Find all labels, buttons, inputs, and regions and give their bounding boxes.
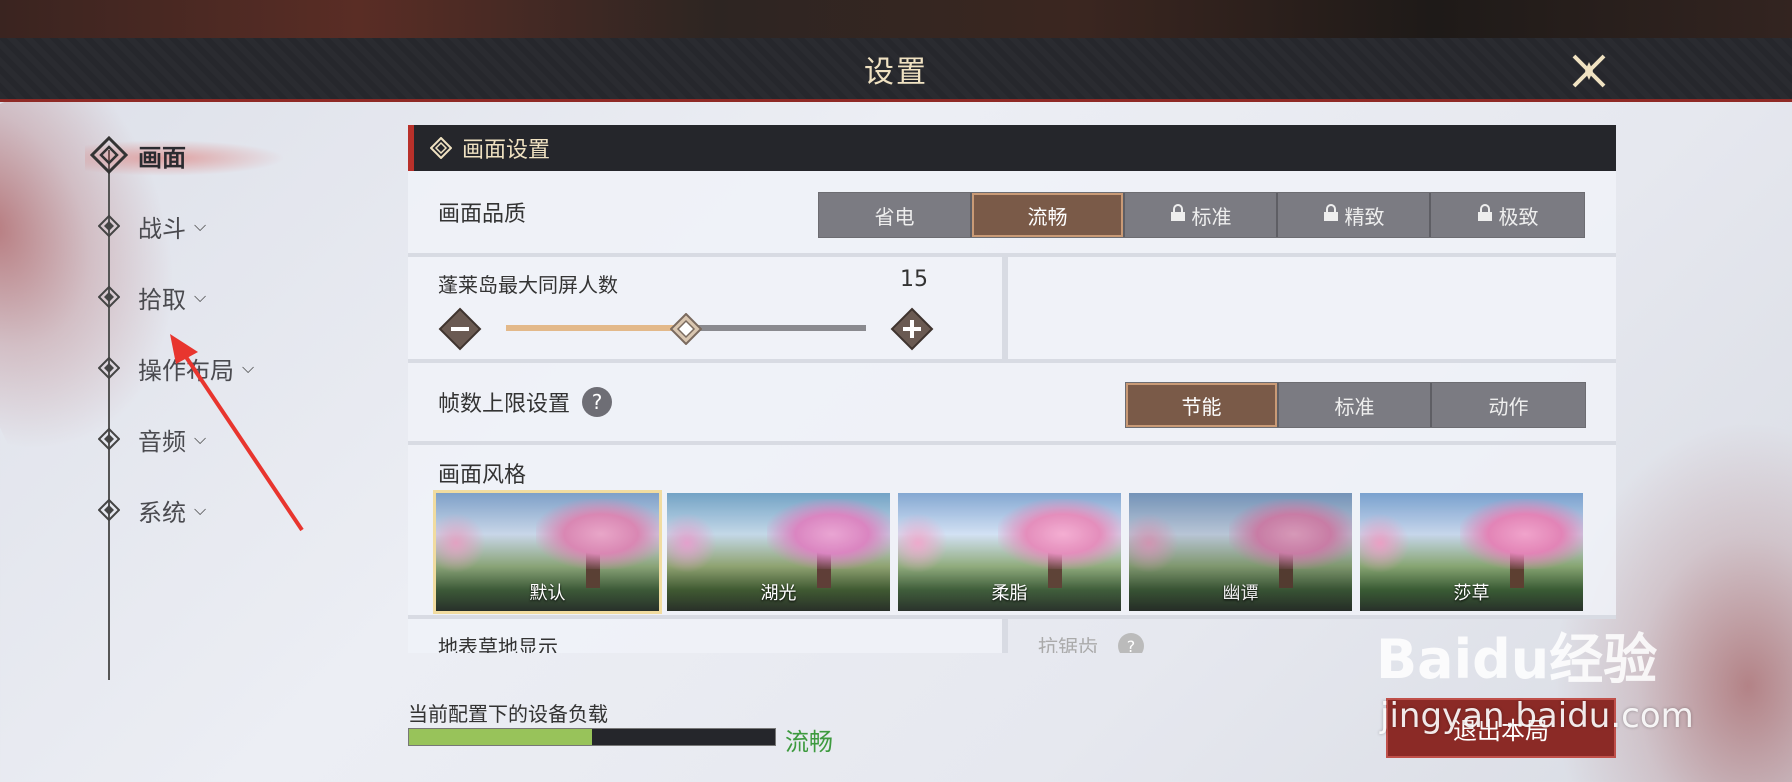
nav-item-graphics[interactable]: 画面 xyxy=(90,135,310,175)
settings-panel: 画面设置 画面品质 省电 流畅 标准 精致 极致 蓬莱岛最大同屏人数 15 帧数… xyxy=(408,125,1616,653)
lock-icon xyxy=(1170,203,1186,227)
style-row: 画面风格 默认 湖光 柔脂 幽谭 莎草 xyxy=(408,445,1616,619)
slider-thumb-icon xyxy=(669,312,703,346)
slider-fill xyxy=(506,325,686,331)
quality-option-smooth[interactable]: 流畅 xyxy=(972,193,1125,237)
background-art xyxy=(0,0,1792,38)
minus-icon xyxy=(438,307,482,351)
baidu-watermark-logo: Baidu经验 xyxy=(1376,628,1657,691)
scene-art xyxy=(1129,513,1179,573)
nav-item-label: 战斗 xyxy=(138,214,186,243)
plus-icon xyxy=(890,307,934,351)
chevron-down-icon: ⌵ xyxy=(194,216,207,235)
option-label: 节能 xyxy=(1181,394,1222,419)
scene-art xyxy=(767,499,890,569)
style-option-label: 幽谭 xyxy=(1222,583,1259,604)
style-option-deep-pool[interactable]: 幽谭 xyxy=(1129,493,1352,611)
style-option-lake[interactable]: 湖光 xyxy=(667,493,890,611)
quality-row: 画面品质 省电 流畅 标准 精致 极致 xyxy=(408,171,1616,257)
nav-item-pickup[interactable]: 拾取 ⌵ xyxy=(90,277,310,317)
device-load-bar xyxy=(408,728,776,746)
player-count-row: 蓬莱岛最大同屏人数 15 xyxy=(408,257,1616,363)
diamond-icon xyxy=(430,137,452,159)
watermark-text: jingyan.baidu.com xyxy=(1380,696,1694,736)
diamond-active-icon xyxy=(90,136,128,174)
scene-art xyxy=(667,513,717,573)
diamond-icon xyxy=(90,420,128,458)
fps-selector: 节能 标准 动作 xyxy=(1125,382,1586,428)
diamond-icon xyxy=(90,278,128,316)
svg-text:Baidu经验: Baidu经验 xyxy=(1376,628,1657,691)
nav-item-label: 画面 xyxy=(138,143,186,172)
decrease-button[interactable] xyxy=(438,307,482,351)
help-icon[interactable]: ? xyxy=(1118,633,1144,653)
scene-art xyxy=(436,513,486,573)
style-option-soft[interactable]: 柔脂 xyxy=(898,493,1121,611)
lock-icon xyxy=(1477,203,1493,227)
section-title: 画面设置 xyxy=(462,138,551,163)
quality-selector: 省电 流畅 标准 精致 极致 xyxy=(818,192,1585,238)
device-load-label: 当前配置下的设备负载 xyxy=(408,702,608,726)
player-count-value: 15 xyxy=(900,267,928,292)
option-label: 精致 xyxy=(1344,204,1385,229)
player-count-label: 蓬莱岛最大同屏人数 xyxy=(438,273,618,297)
nav-item-combat[interactable]: 战斗 ⌵ xyxy=(90,206,310,246)
close-button[interactable] xyxy=(1566,48,1612,94)
lock-icon xyxy=(1323,203,1339,227)
fps-option-standard[interactable]: 标准 xyxy=(1279,383,1432,427)
empty-cell xyxy=(1008,257,1616,359)
option-label: 动作 xyxy=(1488,394,1529,419)
page-title: 设置 xyxy=(864,54,928,90)
option-label: 标准 xyxy=(1334,394,1375,419)
option-label: 标准 xyxy=(1191,204,1232,229)
help-icon[interactable]: ? xyxy=(582,387,613,417)
style-option-label: 柔脂 xyxy=(991,583,1028,604)
device-load-fill xyxy=(409,729,592,745)
style-option-label: 湖光 xyxy=(760,583,797,604)
diamond-icon xyxy=(90,207,128,245)
increase-button[interactable] xyxy=(890,307,934,351)
device-load-status: 流畅 xyxy=(785,728,833,756)
close-icon xyxy=(1572,54,1606,88)
player-count-cell: 蓬莱岛最大同屏人数 15 xyxy=(408,257,1008,359)
quality-option-power-save[interactable]: 省电 xyxy=(819,193,972,237)
option-label: 流畅 xyxy=(1027,204,1068,229)
scene-art xyxy=(1460,499,1583,569)
chevron-down-icon: ⌵ xyxy=(194,287,207,306)
fps-option-action[interactable]: 动作 xyxy=(1432,383,1585,427)
style-thumbnails: 默认 湖光 柔脂 幽谭 莎草 xyxy=(433,490,1583,614)
grass-display-cell[interactable]: 地表草地显示 xyxy=(408,619,1008,653)
style-option-sedge[interactable]: 莎草 xyxy=(1360,493,1583,611)
quality-option-standard[interactable]: 标准 xyxy=(1125,193,1278,237)
scene-art xyxy=(998,499,1121,569)
quality-option-fine[interactable]: 精致 xyxy=(1278,193,1431,237)
red-arrow-annotation xyxy=(170,334,304,532)
option-label: 极致 xyxy=(1498,204,1539,229)
quality-option-ultra[interactable]: 极致 xyxy=(1431,193,1584,237)
scene-art xyxy=(1229,499,1352,569)
antialias-label: 抗锯齿 xyxy=(1038,635,1098,653)
style-option-label: 莎草 xyxy=(1453,583,1490,604)
fps-label: 帧数上限设置 xyxy=(438,392,571,417)
title-bar: 设置 xyxy=(0,38,1792,102)
section-header: 画面设置 xyxy=(408,125,1616,171)
grass-display-label: 地表草地显示 xyxy=(438,635,558,653)
scene-art xyxy=(1360,513,1410,573)
style-option-label: 默认 xyxy=(529,583,566,604)
quality-label: 画面品质 xyxy=(438,202,527,227)
option-label: 省电 xyxy=(874,204,915,229)
style-option-default[interactable]: 默认 xyxy=(433,490,662,614)
slider-thumb[interactable] xyxy=(669,312,703,346)
diamond-icon xyxy=(90,491,128,529)
nav-item-label: 拾取 xyxy=(138,285,186,314)
diamond-icon xyxy=(90,349,128,387)
scene-art xyxy=(898,513,948,573)
scene-art xyxy=(536,499,659,569)
style-label: 画面风格 xyxy=(438,463,527,488)
fps-row: 帧数上限设置 ? 节能 标准 动作 xyxy=(408,363,1616,445)
fps-option-power-save[interactable]: 节能 xyxy=(1126,383,1279,427)
